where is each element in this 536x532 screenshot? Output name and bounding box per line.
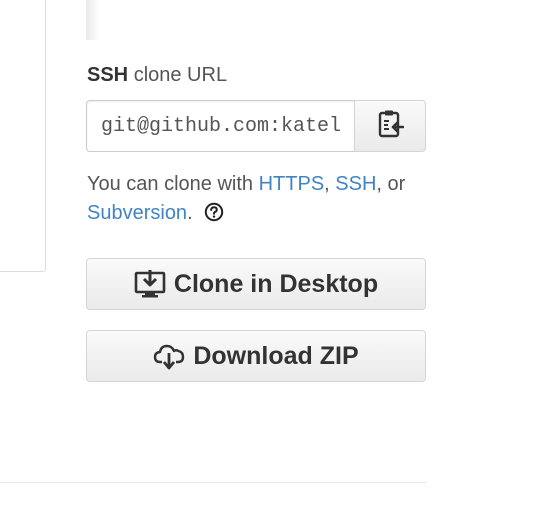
repo-content-panel-edge (0, 0, 46, 272)
clone-protocol-label: SSH (87, 64, 129, 86)
clone-help-or: , or (376, 173, 406, 195)
clone-url-input[interactable] (86, 100, 354, 152)
desktop-download-icon (134, 269, 166, 299)
sidebar-divider-shadow (86, 0, 100, 40)
clone-help-separator: , (324, 173, 330, 195)
clone-in-desktop-button[interactable]: Clone in Desktop (86, 258, 426, 310)
download-zip-label: Download ZIP (193, 341, 359, 370)
clone-url-field (86, 100, 426, 152)
cloud-download-icon (153, 341, 185, 371)
https-clone-link[interactable]: HTTPS (259, 173, 325, 195)
clone-help-prefix: You can clone with (87, 173, 254, 195)
section-divider (0, 482, 426, 483)
download-zip-button[interactable]: Download ZIP (86, 330, 426, 382)
clone-in-desktop-label: Clone in Desktop (173, 269, 379, 298)
question-circle-icon[interactable] (204, 202, 224, 222)
clone-url-heading: SSH clone URL (87, 64, 227, 87)
clipboard-icon (376, 109, 405, 144)
subversion-clone-link[interactable]: Subversion (87, 202, 187, 224)
copy-to-clipboard-button[interactable] (354, 100, 426, 152)
clone-help-period: . (187, 202, 193, 224)
repo-clone-sidebar: SSH clone URL You can clone with HTTPS, … (0, 0, 536, 532)
clone-url-label-suffix: clone URL (133, 64, 228, 86)
ssh-clone-link[interactable]: SSH (335, 173, 376, 195)
clone-help-text: You can clone with HTTPS, SSH, or Subver… (87, 170, 427, 228)
